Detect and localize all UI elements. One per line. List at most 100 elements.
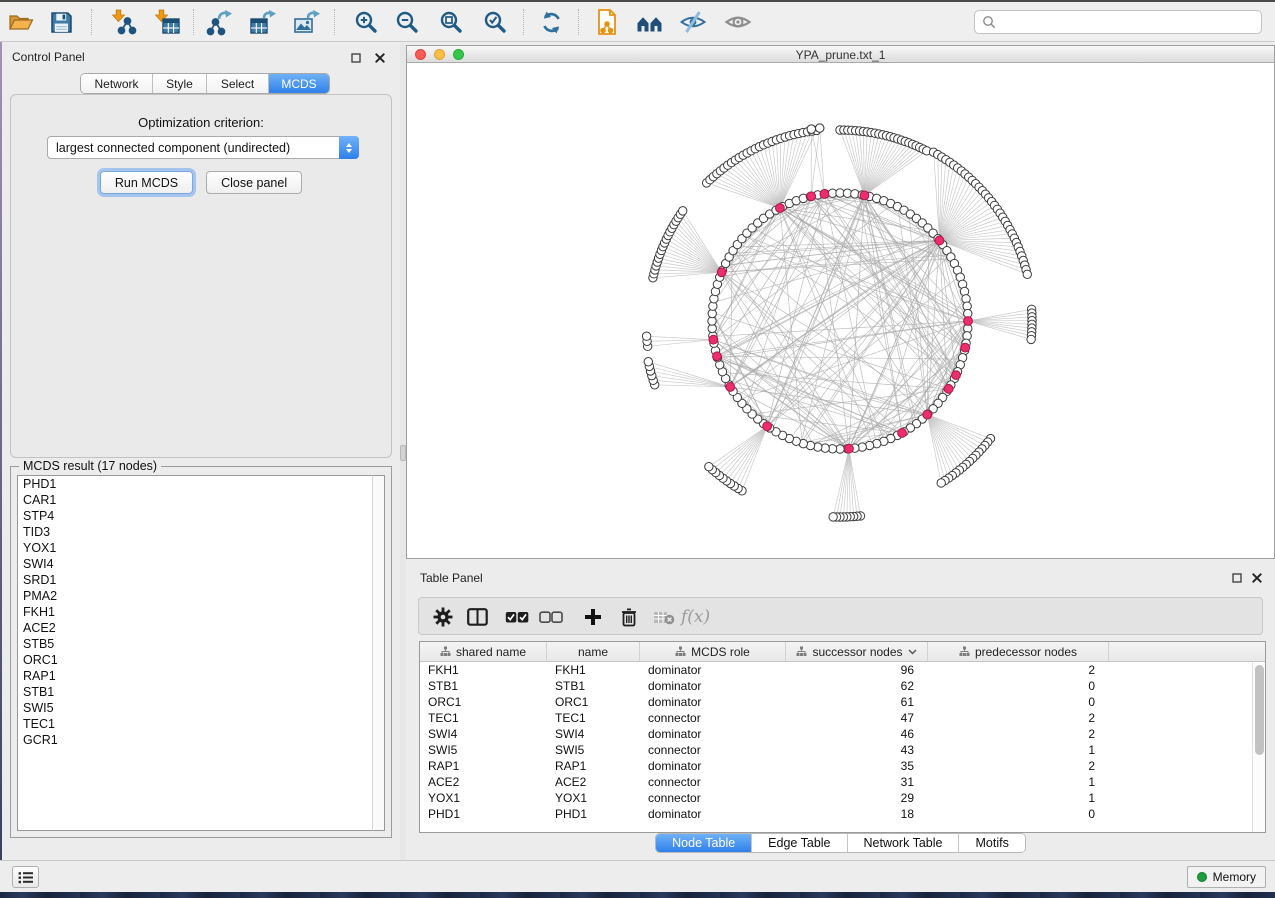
table-row[interactable]: SWI5SWI5connector431 — [420, 742, 1265, 758]
export-network-button[interactable] — [202, 5, 238, 39]
delete-column-button[interactable] — [621, 604, 637, 630]
tab-network-table[interactable]: Network Table — [848, 834, 960, 852]
column-header-name[interactable]: name — [547, 642, 640, 661]
column-header-successor[interactable]: successor nodes — [786, 642, 928, 661]
cell-successor: 96 — [786, 662, 928, 678]
cell-name: PHD1 — [547, 806, 640, 822]
tab-motifs[interactable]: Motifs — [959, 834, 1024, 852]
mcds-result-item[interactable]: YOX1 — [18, 540, 372, 556]
mcds-list-scrollbar[interactable] — [372, 475, 385, 831]
table-row[interactable]: RAP1RAP1dominator352 — [420, 758, 1265, 774]
tab-edge-table[interactable]: Edge Table — [752, 834, 847, 852]
export-image-button[interactable] — [289, 5, 325, 39]
tab-node-table[interactable]: Node Table — [656, 834, 752, 852]
deselect-all-button[interactable] — [539, 604, 563, 630]
function-builder-button[interactable]: f(x) — [681, 604, 710, 630]
zoom-in-button[interactable] — [348, 5, 384, 39]
cell-successor: 31 — [786, 774, 928, 790]
mcds-result-item[interactable]: PHD1 — [18, 476, 372, 492]
unchecked-boxes-icon — [539, 611, 563, 624]
table-row[interactable]: YOX1YOX1connector291 — [420, 790, 1265, 806]
mcds-result-list[interactable]: PHD1CAR1STP4TID3YOX1SWI4SRD1PMA2FKH1ACE2… — [17, 475, 373, 831]
checked-boxes-icon — [505, 611, 529, 624]
mcds-result-item[interactable]: PMA2 — [18, 588, 372, 604]
zoom-out-button[interactable] — [389, 5, 425, 39]
table-scrollbar-thumb[interactable] — [1255, 665, 1264, 755]
cell-predecessor: 2 — [928, 662, 1109, 678]
table-row[interactable]: TEC1TEC1connector472 — [420, 710, 1265, 726]
select-all-button[interactable] — [505, 604, 529, 630]
add-column-button[interactable] — [584, 604, 602, 630]
search-field[interactable] — [974, 10, 1262, 34]
zoom-out-icon — [395, 10, 420, 35]
table-scrollbar[interactable] — [1252, 662, 1265, 833]
mcds-result-item[interactable]: RAP1 — [18, 668, 372, 684]
mcds-result-item[interactable]: ORC1 — [18, 652, 372, 668]
zoom-selected-button[interactable] — [477, 5, 513, 39]
tab-mcds[interactable]: MCDS — [269, 74, 329, 93]
task-history-button[interactable] — [12, 866, 39, 888]
mcds-result-item[interactable]: FKH1 — [18, 604, 372, 620]
close-panel-button[interactable]: Close panel — [206, 171, 302, 194]
mcds-result-item[interactable]: SWI5 — [18, 700, 372, 716]
criterion-dropdown[interactable]: largest connected component (undirected) — [47, 136, 359, 159]
cell-successor: 43 — [786, 742, 928, 758]
column-header-shared_name[interactable]: shared name — [420, 642, 547, 661]
table-row[interactable]: SWI4SWI4dominator462 — [420, 726, 1265, 742]
close-table-panel-icon[interactable] — [1250, 571, 1263, 584]
float-table-panel-icon[interactable] — [1230, 571, 1243, 584]
split-panel-button[interactable] — [467, 604, 488, 630]
export-image-icon — [293, 9, 322, 36]
tab-style[interactable]: Style — [153, 74, 207, 93]
mcds-result-item[interactable]: ACE2 — [18, 620, 372, 636]
mcds-result-item[interactable]: GCR1 — [18, 732, 372, 748]
zoom-fit-button[interactable] — [433, 5, 469, 39]
table-settings-button[interactable] — [433, 604, 453, 630]
mcds-result-item[interactable]: SRD1 — [18, 572, 372, 588]
cell-shared_name: YOX1 — [420, 790, 547, 806]
mcds-result-item[interactable]: SWI4 — [18, 556, 372, 572]
mcds-result-item[interactable]: TEC1 — [18, 716, 372, 732]
close-panel-icon[interactable] — [373, 51, 386, 64]
table-row[interactable]: FKH1FKH1dominator962 — [420, 662, 1265, 678]
network-canvas[interactable] — [407, 63, 1274, 558]
tab-network[interactable]: Network — [81, 74, 153, 93]
mcds-result-item[interactable]: STB5 — [18, 636, 372, 652]
cell-name: RAP1 — [547, 758, 640, 774]
show-hidden-button[interactable] — [720, 5, 756, 39]
refresh-button[interactable] — [533, 5, 569, 39]
tab-select[interactable]: Select — [207, 74, 269, 93]
mcds-result-item[interactable]: STB1 — [18, 684, 372, 700]
float-panel-icon[interactable] — [349, 51, 362, 64]
column-header-predecessor[interactable]: predecessor nodes — [928, 642, 1109, 661]
import-table-button[interactable] — [149, 5, 185, 39]
destroy-table-button[interactable] — [653, 604, 675, 630]
cell-successor: 18 — [786, 806, 928, 822]
column-header-label: predecessor nodes — [975, 645, 1077, 659]
column-type-icon — [440, 646, 451, 657]
save-session-button[interactable] — [43, 5, 79, 39]
cell-shared_name: ACE2 — [420, 774, 547, 790]
mcds-result-item[interactable]: CAR1 — [18, 492, 372, 508]
node-table-header: shared namenameMCDS rolesuccessor nodes p… — [420, 642, 1265, 662]
mcds-result-item[interactable]: TID3 — [18, 524, 372, 540]
gear-icon — [433, 607, 453, 627]
table-row[interactable]: STB1STB1dominator620 — [420, 678, 1265, 694]
show-all-networks-button[interactable] — [632, 5, 668, 39]
mcds-result-item[interactable]: STP4 — [18, 508, 372, 524]
table-row[interactable]: PHD1PHD1dominator180 — [420, 806, 1265, 822]
table-row[interactable]: ACE2ACE2connector311 — [420, 774, 1265, 790]
open-file-button[interactable] — [3, 5, 39, 39]
search-input[interactable] — [1001, 15, 1261, 29]
import-network-button[interactable] — [106, 5, 142, 39]
cell-successor: 29 — [786, 790, 928, 806]
memory-button[interactable]: Memory — [1187, 866, 1266, 888]
network-window-titlebar[interactable]: YPA_prune.txt_1 — [407, 46, 1274, 63]
column-header-mcds_role[interactable]: MCDS role — [640, 642, 786, 661]
table-row[interactable]: ORC1ORC1dominator610 — [420, 694, 1265, 710]
hide-selected-button[interactable] — [675, 5, 711, 39]
run-mcds-button[interactable]: Run MCDS — [100, 171, 193, 194]
export-table-button[interactable] — [245, 5, 281, 39]
network-from-selection-button[interactable] — [589, 5, 625, 39]
cell-shared_name: SWI5 — [420, 742, 547, 758]
